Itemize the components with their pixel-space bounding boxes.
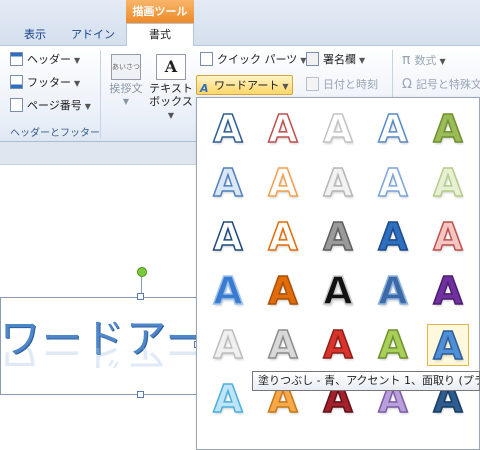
footer-label: フッター [27,76,71,89]
equation-button[interactable]: π 数式 ▼ [402,50,446,70]
equation-label: 数式 [414,54,437,67]
gallery-tooltip: 塗りつぶし - 青、アクセント 1、面取り (プラスチック) [252,371,480,391]
datetime-label: 日付と時刻 [323,78,378,91]
rotation-handle[interactable] [137,267,147,277]
wordart-style-item[interactable]: A [207,161,249,205]
greeting-icon: あいさつ [111,54,141,80]
wordart-style-item[interactable]: A [207,269,249,313]
textbox-label-line2: ボックス ▼ [149,95,193,120]
signature-icon [306,52,319,66]
header-footer-group-label: ヘッダーとフッター [10,128,100,139]
group-divider [100,50,101,138]
wordart-style-item[interactable]: A [372,323,414,367]
chevron-down-icon: ▼ [282,82,289,91]
tab-addins[interactable]: アドイン [64,26,122,46]
wordart-style-item[interactable]: A [427,324,469,368]
wordart-style-item[interactable]: A [372,215,414,259]
wordart-style-item[interactable]: A [262,215,304,259]
wordart-style-item[interactable]: A [427,269,469,313]
tab-display[interactable]: 表示 [12,26,58,46]
wordart-style-item[interactable]: A [372,269,414,313]
wordart-style-item[interactable]: A [317,269,359,313]
greeting-button[interactable]: あいさつ 挨拶文 ▼ [106,54,146,108]
datetime-button[interactable]: 日付と時刻 [306,75,378,95]
wordart-style-item[interactable]: A [317,323,359,367]
wordart-style-item[interactable]: A [372,107,414,151]
header-button[interactable]: ヘッダー ▼ [10,50,80,70]
header-icon [10,52,23,66]
symbol-button[interactable]: Ω記号と特殊文字 [402,75,480,95]
rotation-stem [141,277,142,294]
chevron-down-icon: ▼ [439,57,446,66]
footer-icon [10,75,23,89]
symbol-label: 記号と特殊文字 [415,78,480,91]
wordart-style-item[interactable]: A [317,161,359,205]
signature-line-button[interactable]: 署名欄 ▼ [306,50,365,70]
ribbon-tab-bar: 表示 アドイン [0,0,480,46]
chevron-down-icon: ▼ [359,56,366,65]
wordart-style-item[interactable]: A [317,107,359,151]
wordart-style-item[interactable]: A [207,377,249,421]
textbox-button[interactable]: A テキスト ボックス ▼ [148,54,194,122]
resize-handle-bottom[interactable] [137,391,144,398]
drawing-tools-context-header: 描画ツール [126,0,194,23]
wordart-style-item[interactable]: A [207,107,249,151]
wordart-button[interactable]: A ワードアート ▼ [196,75,293,95]
quick-parts-icon [200,52,213,66]
signature-label: 署名欄 [323,53,356,66]
wordart-style-item[interactable]: A [262,161,304,205]
wordart-style-item[interactable]: A [262,269,304,313]
chevron-down-icon: ▼ [74,56,81,65]
footer-button[interactable]: フッター ▼ [10,73,80,93]
header-label: ヘッダー [27,53,71,66]
wordart-style-item[interactable]: A [262,107,304,151]
quick-parts-label: クイック パーツ [217,53,298,66]
chevron-down-icon: ▼ [84,102,91,111]
resize-handle-top[interactable] [137,293,144,300]
tab-format[interactable]: 書式 [126,23,194,47]
wordart-style-item[interactable]: A [207,323,249,367]
page-number-label: ページ番号 [27,99,82,112]
wordart-style-item[interactable]: A [427,107,469,151]
quick-parts-button[interactable]: クイック パーツ ▼ [200,50,306,70]
chevron-down-icon: ▼ [122,97,130,106]
wordart-style-item[interactable]: A [427,161,469,205]
wordart-icon: A [200,82,209,95]
pi-icon: π [402,52,411,68]
wordart-gallery: AAAAAAAAAAAAAAAAAAAAAAAAAAAAAA [196,97,480,450]
wordart-reflection: ワードアート [0,348,198,374]
omega-icon: Ω [402,77,412,92]
wordart-style-item[interactable]: A [207,215,249,259]
chevron-down-icon: ▼ [74,79,81,88]
textbox-label-line1: テキスト [149,82,193,95]
wordart-style-item[interactable]: A [317,215,359,259]
wordart-style-item[interactable]: A [427,215,469,259]
calendar-icon [306,77,319,91]
page-number-icon [10,98,23,112]
page-number-button[interactable]: ページ番号 ▼ [10,96,91,116]
greeting-label: 挨拶文 [109,82,143,95]
wordart-label: ワードアート [214,79,280,92]
wordart-style-item[interactable]: A [372,161,414,205]
textbox-icon: A [156,54,186,80]
wordart-style-item[interactable]: A [262,323,304,367]
